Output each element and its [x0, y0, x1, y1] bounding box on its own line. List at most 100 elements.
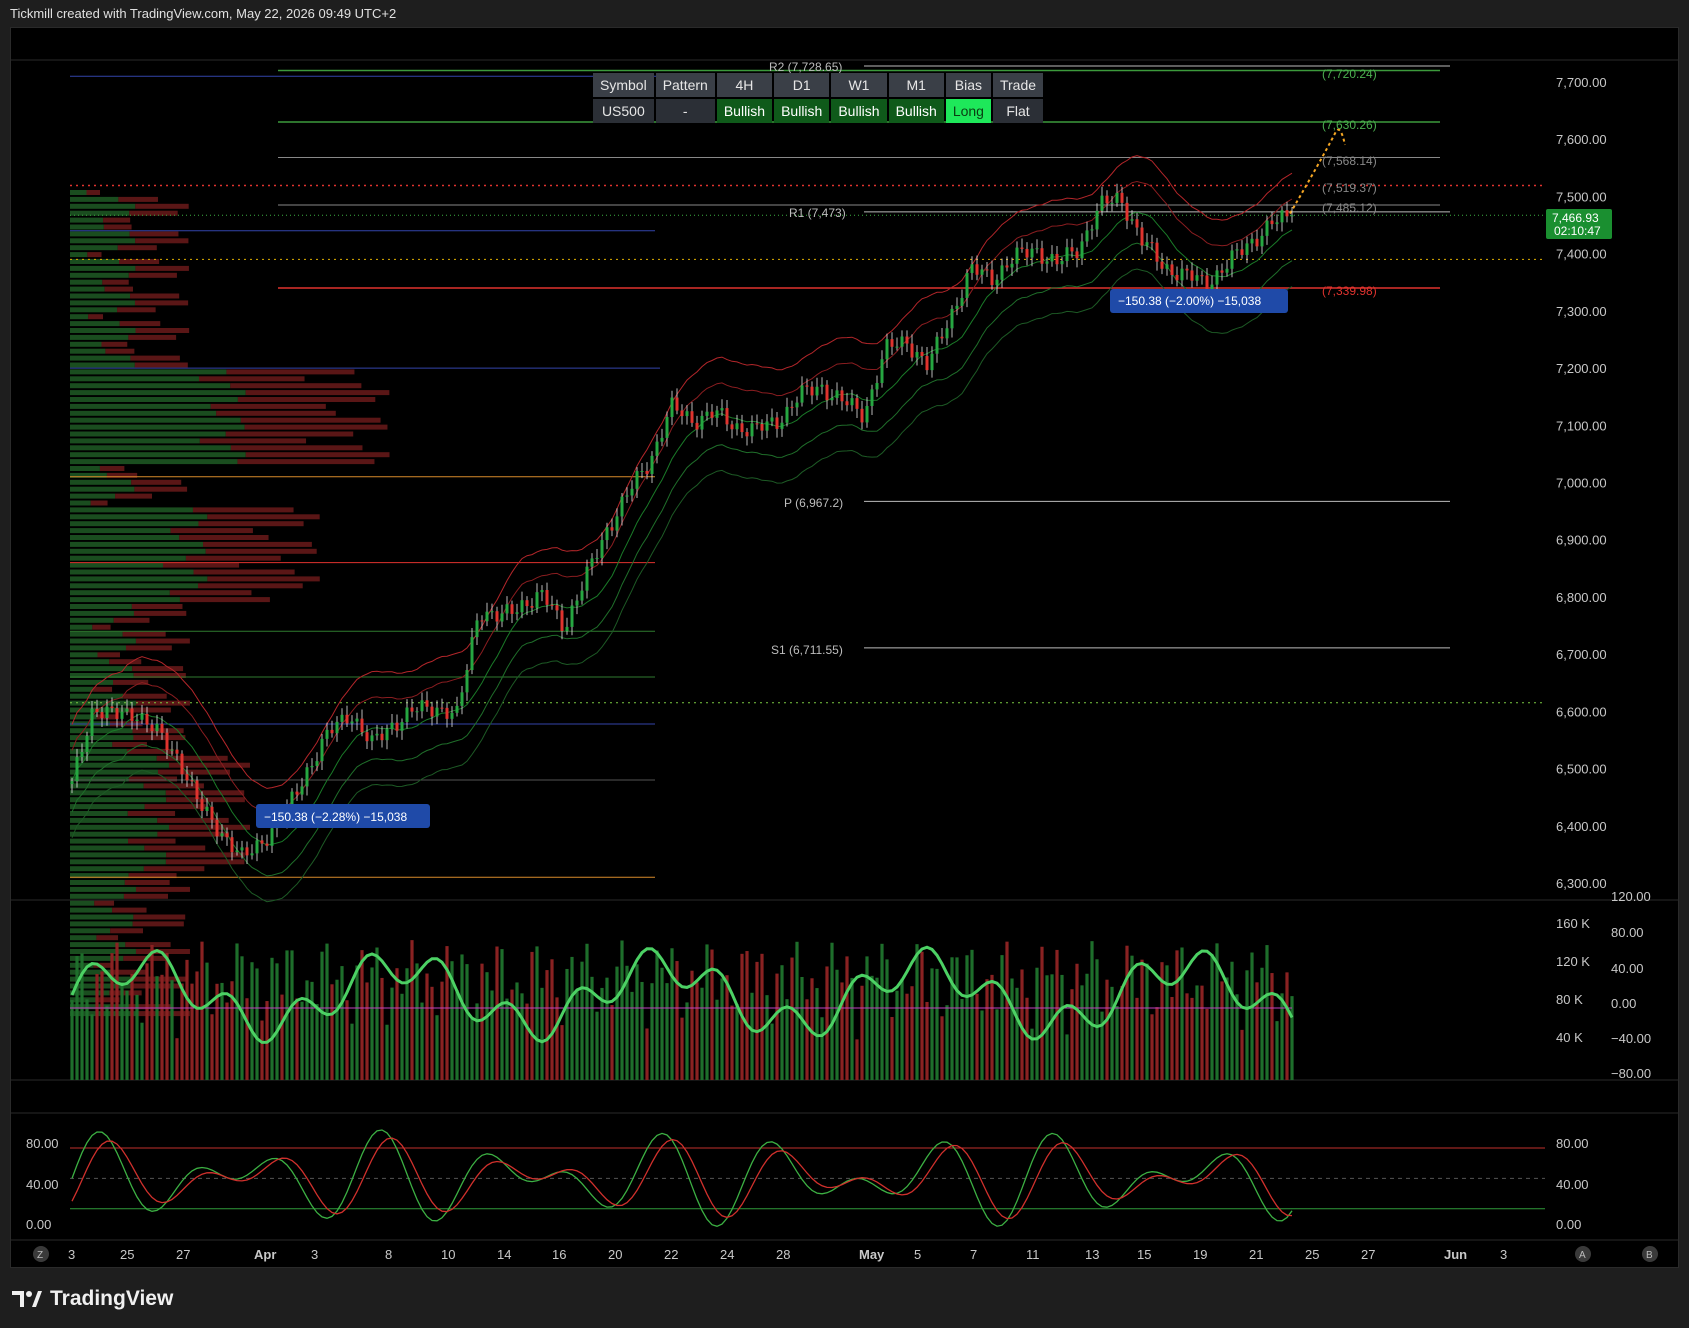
candle-body — [1030, 248, 1034, 258]
profile-bar-buy — [70, 852, 167, 858]
candle-body — [590, 558, 594, 567]
profile-bar-sell — [135, 638, 190, 644]
oscillator-tick-label: −80.00 — [1611, 1066, 1651, 1081]
volume-bar — [1130, 955, 1134, 1080]
profile-bar-sell — [244, 424, 388, 430]
candle-body — [1225, 268, 1229, 273]
profile-bar-buy — [70, 328, 136, 333]
volume-bar — [1285, 972, 1289, 1080]
volume-bar — [500, 949, 504, 1080]
profile-bar-sell — [128, 776, 178, 782]
profile-bar-sell — [135, 203, 189, 209]
volume-bar — [1235, 994, 1239, 1080]
volume-bar — [745, 951, 749, 1080]
chart-canvas[interactable]: 7,700.00 7,600.00 7,500.00 7,400.00 7,300.00… — [0, 0, 1689, 1328]
volume-tick-label: 80 K — [1556, 992, 1583, 1007]
profile-bar-buy — [70, 528, 171, 534]
profile-bar-sell — [245, 390, 390, 396]
volume-bar — [985, 979, 989, 1080]
candle-body — [1280, 210, 1284, 223]
profile-bar-buy — [70, 907, 113, 913]
volume-bar — [890, 1017, 894, 1080]
volume-bar — [340, 966, 344, 1080]
profile-bar-buy — [70, 804, 145, 810]
candle-body — [705, 411, 709, 416]
profile-bar-sell — [133, 610, 187, 616]
time-tick-label: 8 — [385, 1247, 392, 1262]
candle-body — [1155, 242, 1159, 262]
candle-body — [840, 390, 844, 402]
volume-bar — [305, 980, 309, 1080]
profile-bar-buy — [70, 742, 113, 747]
candle-body — [1230, 250, 1234, 269]
profile-bar-buy — [70, 597, 180, 603]
volume-bar — [535, 946, 539, 1080]
stoch-tick-left: 0.00 — [26, 1217, 51, 1232]
profile-bar-buy — [70, 617, 114, 623]
volume-bar — [145, 963, 149, 1080]
volume-bar — [700, 987, 704, 1080]
volume-bar — [995, 1009, 999, 1080]
volume-bar — [1115, 1005, 1119, 1080]
volume-bar — [235, 943, 239, 1080]
price-tick-label: 7,100.00 — [1556, 418, 1607, 433]
volume-bar — [1210, 954, 1214, 1080]
profile-bar-buy — [70, 348, 106, 354]
candle-body — [190, 780, 194, 782]
candle-body — [1005, 265, 1009, 268]
volume-bar — [790, 957, 794, 1080]
candle-body — [1025, 248, 1029, 258]
profile-bar-sell — [144, 845, 206, 851]
candle-body — [775, 417, 779, 429]
volume-bar — [1250, 952, 1254, 1080]
candle-body — [585, 566, 589, 591]
volume-bar — [1145, 963, 1149, 1080]
bar-countdown: 02:10:47 — [1554, 224, 1601, 238]
candle-body — [565, 626, 569, 632]
profile-bar-sell — [166, 852, 245, 858]
volume-bar — [280, 994, 284, 1080]
volume-bar — [200, 941, 204, 1080]
profile-bar-sell — [101, 341, 128, 347]
profile-bar-sell — [237, 397, 376, 402]
candle-body — [815, 386, 819, 396]
volume-bar — [695, 982, 699, 1080]
volume-bar — [525, 1003, 529, 1080]
volume-bar — [850, 977, 854, 1080]
profile-bar-buy — [70, 921, 133, 927]
price-tick-label: 6,600.00 — [1556, 704, 1607, 719]
candle-body — [95, 708, 99, 713]
profile-bar-buy — [70, 390, 246, 396]
price-tick-label: 6,700.00 — [1556, 647, 1607, 662]
candle-body — [335, 721, 339, 734]
candle-body — [90, 708, 94, 737]
volume-bar — [400, 993, 404, 1080]
profile-bar-buy — [70, 583, 198, 589]
candle-body — [1185, 268, 1189, 271]
volume-bar — [980, 1010, 984, 1080]
price-tick-label: 6,800.00 — [1556, 590, 1607, 605]
price-tick-label: 7,400.00 — [1556, 247, 1607, 262]
candle-body — [205, 806, 209, 811]
candle-body — [375, 733, 379, 736]
profile-bar-buy — [70, 521, 199, 527]
volume-bar — [160, 974, 164, 1080]
bias-table-header-cell: M1 — [888, 73, 944, 97]
candle-body — [560, 610, 564, 632]
candle-body — [395, 722, 399, 731]
volume-bar — [620, 940, 624, 1080]
volume-bar — [390, 987, 394, 1080]
volume-bar — [495, 946, 499, 1080]
profile-bar-buy — [70, 610, 134, 616]
volume-bar — [685, 1002, 689, 1080]
candle-body — [425, 700, 429, 707]
profile-bar-buy — [70, 403, 211, 409]
volume-bar — [1230, 961, 1234, 1080]
profile-bar-sell — [143, 866, 205, 872]
candle-body — [870, 389, 874, 406]
candle-body — [480, 620, 484, 622]
candle-body — [120, 711, 124, 719]
profile-bar-buy — [70, 314, 89, 320]
volume-bar — [910, 986, 914, 1080]
candle-body — [700, 415, 704, 430]
